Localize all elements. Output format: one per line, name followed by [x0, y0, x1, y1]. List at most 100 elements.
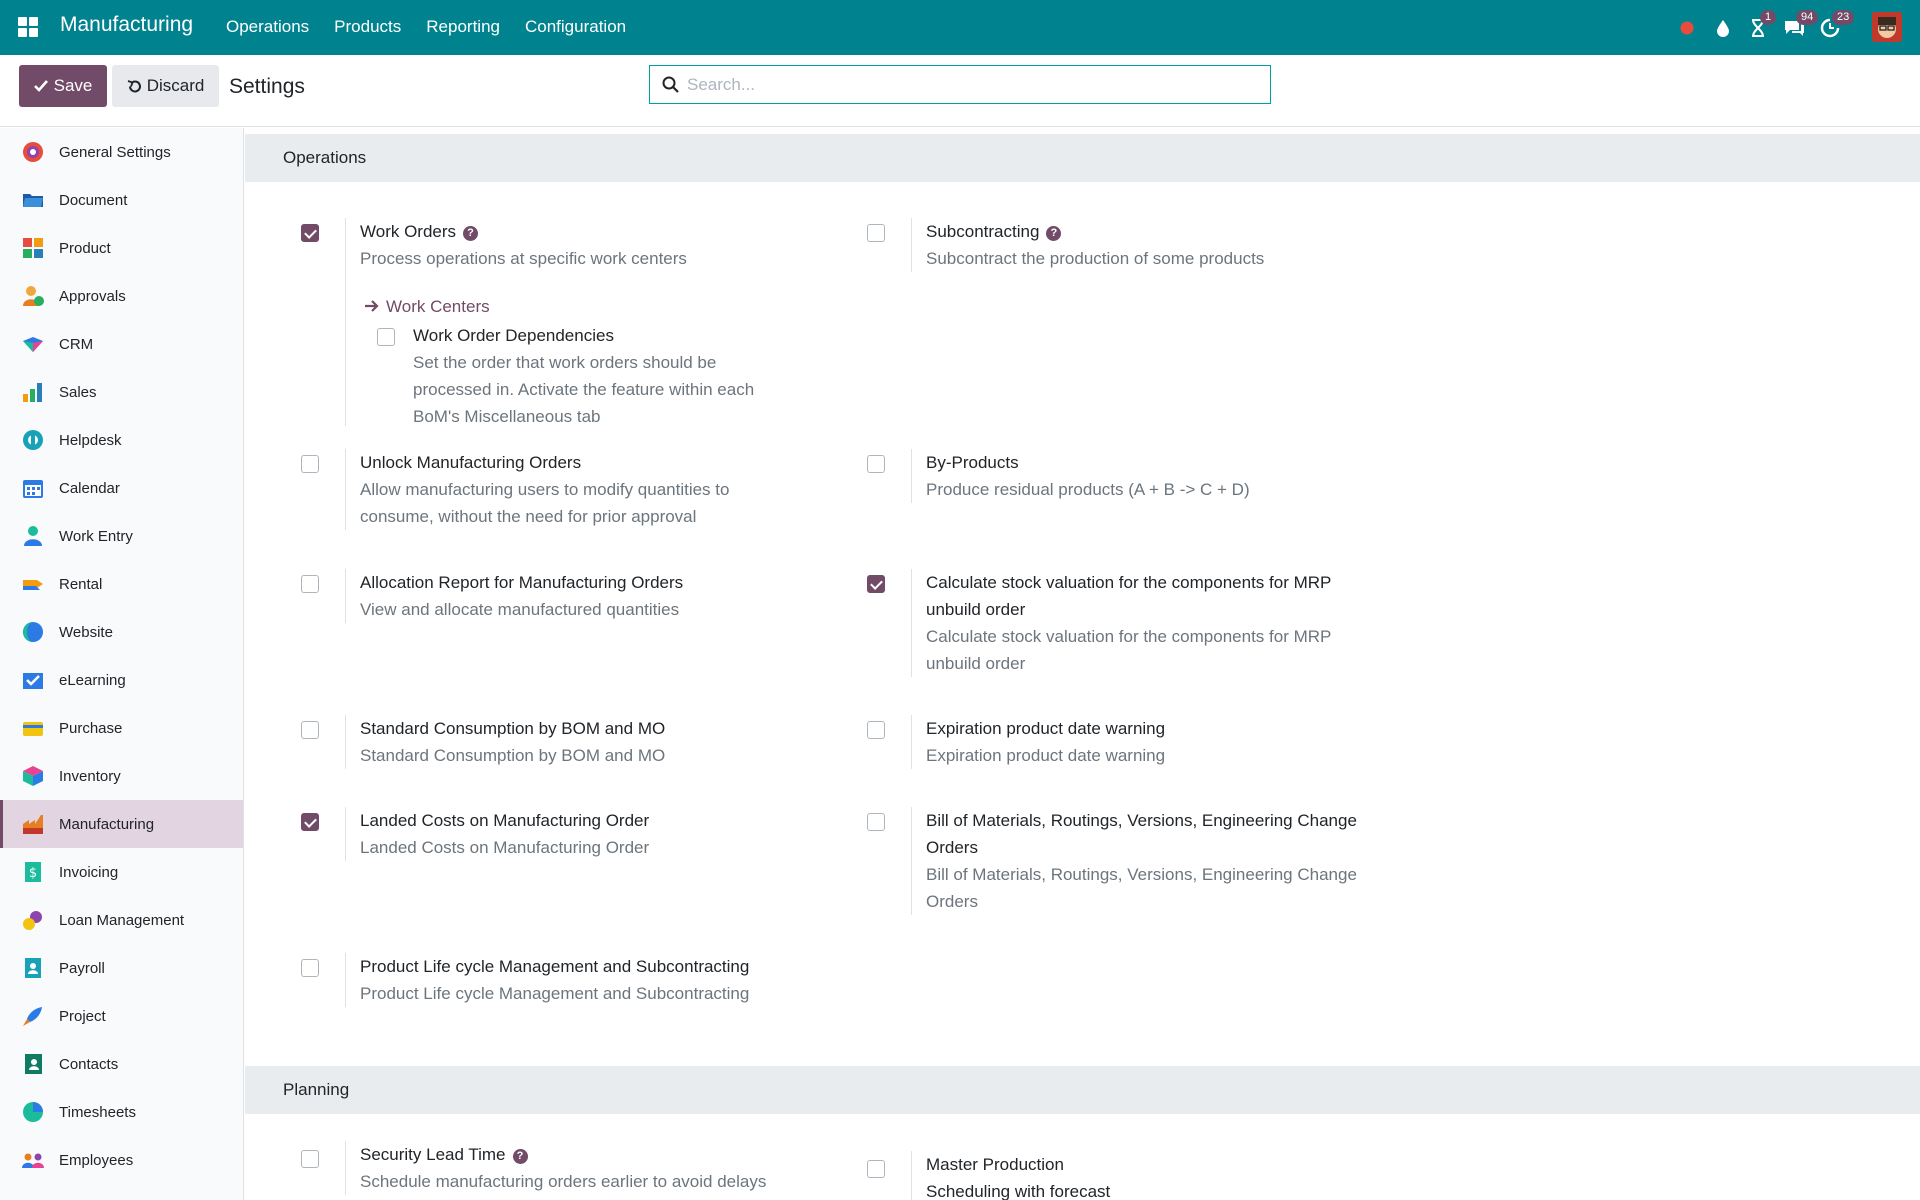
help-icon[interactable]: ?: [1046, 226, 1062, 241]
contacts-icon: [22, 1053, 44, 1075]
security-lead-time-checkbox[interactable]: [301, 1150, 319, 1168]
landed-costs-label: Landed Costs on Manufacturing Order: [360, 811, 650, 830]
work-orders-checkbox[interactable]: [301, 224, 319, 242]
master-production-label: Master Production: [926, 1155, 1064, 1174]
messages-badge: 94: [1796, 10, 1819, 25]
sidebar-item-label: Product: [59, 239, 111, 257]
landed-costs-checkbox[interactable]: [301, 813, 319, 831]
sidebar-item-crm[interactable]: CRM: [0, 320, 243, 368]
save-button[interactable]: Save: [19, 65, 107, 107]
crm-icon: [22, 333, 44, 355]
standard-consumption-body: Standard Consumption by BOM and MO Stand…: [345, 715, 825, 769]
allocation-report-desc: View and allocate manufactured quantitie…: [360, 600, 680, 619]
sidebar-item-timesheets[interactable]: Timesheets: [0, 1088, 243, 1136]
stock-valuation-desc-1: Calculate stock valuation for the compon…: [926, 627, 1332, 646]
plm-checkbox[interactable]: [301, 959, 319, 977]
unlock-mo-checkbox[interactable]: [301, 455, 319, 473]
sidebar-item-rental[interactable]: Rental: [0, 560, 243, 608]
allocation-report-checkbox[interactable]: [301, 575, 319, 593]
security-lead-time-desc: Schedule manufacturing orders earlier to…: [360, 1172, 767, 1191]
help-icon[interactable]: ?: [463, 226, 479, 241]
standard-consumption-desc: Standard Consumption by BOM and MO: [360, 746, 666, 765]
sidebar-item-employees[interactable]: Employees: [0, 1136, 243, 1184]
website-icon: [22, 621, 44, 643]
check-icon: [33, 80, 48, 92]
byproducts-checkbox[interactable]: [867, 455, 885, 473]
search-box[interactable]: [649, 65, 1271, 104]
sidebar-item-project[interactable]: Project: [0, 992, 243, 1040]
project-icon: [22, 1005, 44, 1027]
sidebar-item-purchase[interactable]: Purchase: [0, 704, 243, 752]
folder-icon: [22, 189, 44, 211]
sidebar-item-sales[interactable]: Sales: [0, 368, 243, 416]
sidebar-item-document[interactable]: Document: [0, 176, 243, 224]
work-centers-label: Work Centers: [386, 297, 490, 316]
sidebar-item-website[interactable]: Website: [0, 608, 243, 656]
sidebar-item-label: Employees: [59, 1151, 134, 1169]
sidebar-item-label: Document: [59, 191, 128, 209]
byproducts-label: By-Products: [926, 453, 1019, 472]
discard-label: Discard: [146, 76, 205, 95]
menu-operations[interactable]: Operations: [226, 17, 309, 37]
sidebar-item-product[interactable]: Product: [0, 224, 243, 272]
control-panel: Save Discard Settings: [0, 55, 1920, 127]
menu-products[interactable]: Products: [334, 17, 401, 37]
expiration-warning-checkbox[interactable]: [867, 721, 885, 739]
discard-button[interactable]: Discard: [112, 65, 219, 107]
work-order-dependencies-checkbox[interactable]: [377, 328, 395, 346]
help-icon[interactable]: ?: [512, 1149, 528, 1164]
sidebar-item-label: Website: [59, 623, 113, 641]
bom-versions-label-1: Bill of Materials, Routings, Versions, E…: [926, 811, 1357, 830]
updates-icon[interactable]: 23: [1816, 10, 1855, 42]
undo-icon: [127, 79, 141, 92]
byproducts-body: By-Products Produce residual products (A…: [911, 449, 1391, 503]
sidebar-item-invoicing[interactable]: $ Invoicing: [0, 848, 243, 896]
droplet-icon[interactable]: [1709, 14, 1737, 42]
sidebar-item-loan-management[interactable]: Loan Management: [0, 896, 243, 944]
work-order-dependencies-desc-3: BoM's Miscellaneous tab: [413, 407, 601, 426]
sidebar-item-label: Purchase: [59, 719, 123, 737]
security-lead-time-label: Security Lead Time: [360, 1145, 506, 1164]
master-production-checkbox[interactable]: [867, 1160, 885, 1178]
sidebar-item-label: Rental: [59, 575, 103, 593]
sidebar-item-elearning[interactable]: eLearning: [0, 656, 243, 704]
activities-badge: 1: [1760, 10, 1777, 25]
sidebar-item-contacts[interactable]: Contacts: [0, 1040, 243, 1088]
subcontracting-checkbox[interactable]: [867, 224, 885, 242]
work-centers-link[interactable]: Work Centers: [360, 293, 825, 321]
sidebar-item-helpdesk[interactable]: Helpdesk: [0, 416, 243, 464]
search-input[interactable]: [687, 66, 1247, 103]
stock-valuation-checkbox[interactable]: [867, 575, 885, 593]
purchase-icon: [22, 717, 44, 739]
subcontracting-body: Subcontracting? Subcontract the producti…: [911, 218, 1391, 272]
arrow-right-icon: [365, 300, 379, 312]
menu-reporting[interactable]: Reporting: [426, 17, 500, 37]
sidebar-item-work-entry[interactable]: Work Entry: [0, 512, 243, 560]
sidebar-item-approvals[interactable]: Approvals: [0, 272, 243, 320]
loan-icon: [22, 909, 44, 931]
apps-menu-icon[interactable]: [18, 17, 38, 37]
settings-content: Operations Work Orders? Process operatio…: [245, 128, 1920, 1200]
save-label: Save: [53, 76, 93, 95]
settings-sidebar: General Settings Document Product Approv…: [0, 128, 244, 1200]
sidebar-item-manufacturing[interactable]: Manufacturing: [0, 800, 243, 848]
sidebar-item-label: Project: [59, 1007, 106, 1025]
menu-configuration[interactable]: Configuration: [525, 17, 626, 37]
activities-icon[interactable]: 1: [1744, 10, 1777, 42]
app-name[interactable]: Manufacturing: [60, 13, 193, 37]
user-avatar[interactable]: [1872, 12, 1902, 42]
sidebar-item-calendar[interactable]: Calendar: [0, 464, 243, 512]
sidebar-item-inventory[interactable]: Inventory: [0, 752, 243, 800]
manufacturing-icon: [22, 813, 44, 835]
bom-versions-checkbox[interactable]: [867, 813, 885, 831]
sidebar-item-general-settings[interactable]: General Settings: [0, 128, 243, 176]
byproducts-desc: Produce residual products (A + B -> C + …: [926, 480, 1250, 499]
section-operations-title: Operations: [245, 134, 1920, 182]
record-icon[interactable]: [1673, 14, 1701, 42]
sidebar-item-payroll[interactable]: Payroll: [0, 944, 243, 992]
bom-versions-label-2: Orders: [926, 838, 978, 857]
messages-icon[interactable]: 94: [1780, 10, 1819, 42]
standard-consumption-checkbox[interactable]: [301, 721, 319, 739]
work-order-dependencies-desc-1: Set the order that work orders should be: [413, 353, 717, 372]
invoicing-icon: $: [22, 861, 44, 883]
